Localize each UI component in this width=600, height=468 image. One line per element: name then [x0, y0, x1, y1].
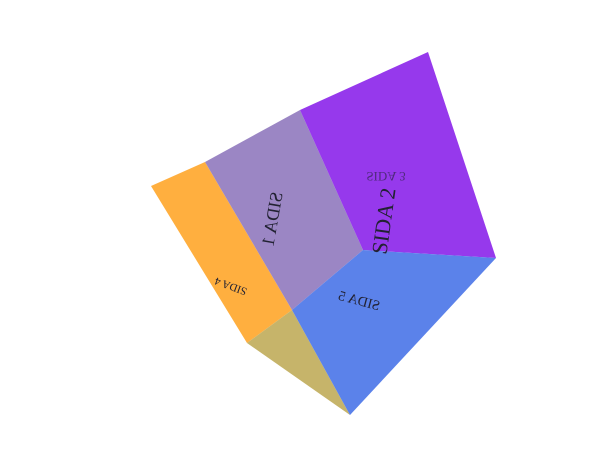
face-label-side-3: SIDA 3	[366, 169, 405, 184]
cube-stage: SIDA 4 SIDA 1 SIDA 3 SIDA 2 SIDA 5	[151, 52, 496, 415]
